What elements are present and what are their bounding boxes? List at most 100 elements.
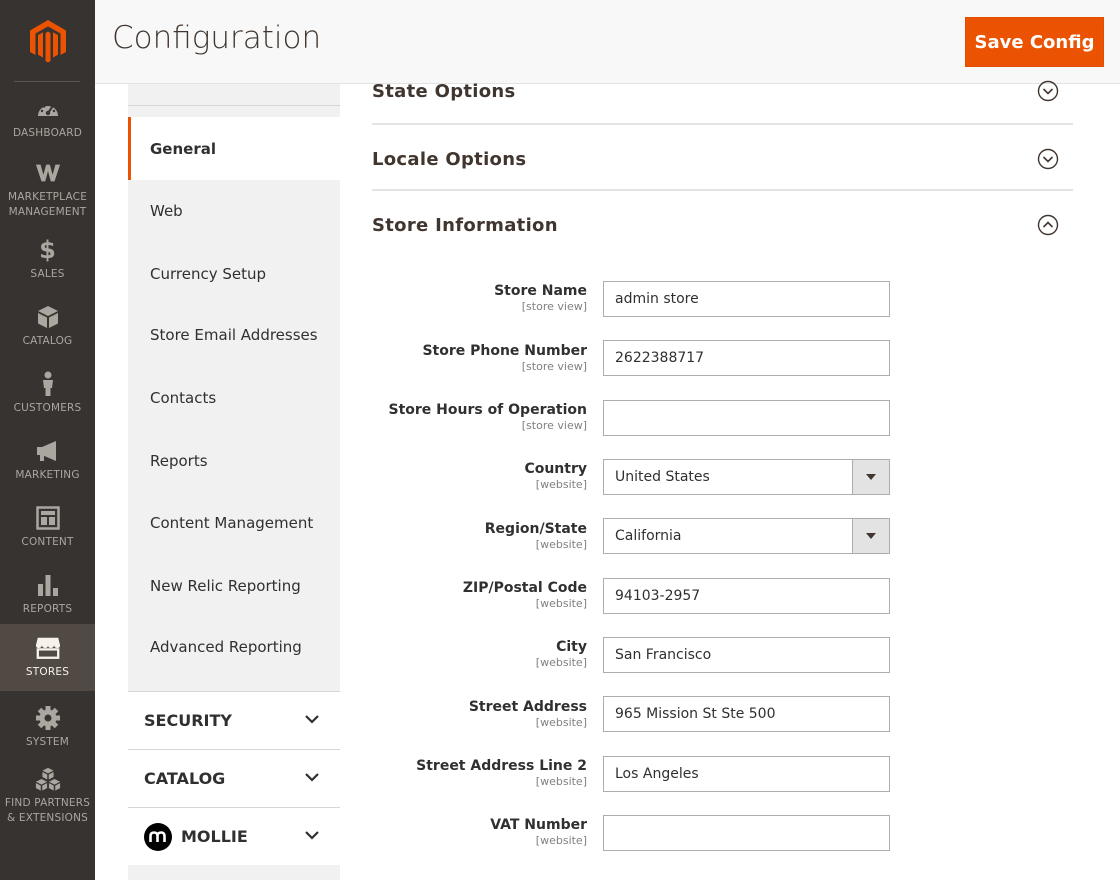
tab-group-catalog[interactable]: CATALOG (128, 749, 340, 807)
chevron-down-icon (305, 715, 319, 724)
logo-divider (14, 81, 80, 82)
box-icon (35, 304, 61, 330)
menu-item-sales[interactable]: $ SALES (0, 226, 95, 293)
menu-item-catalog[interactable]: CATALOG (0, 293, 95, 360)
storefront-icon (35, 635, 61, 661)
menu-item-system[interactable]: SYSTEM (0, 694, 95, 761)
scope-label: [store view] (521, 360, 587, 373)
store-name-label: Store Name (494, 283, 587, 299)
menu-item-stores[interactable]: STORES (0, 624, 95, 691)
region-select[interactable]: California (603, 518, 890, 554)
tab-reports[interactable]: Reports (128, 429, 340, 492)
scope-label: [website] (535, 775, 587, 788)
city-input[interactable] (603, 637, 890, 673)
menu-label: CONTENT (21, 536, 74, 548)
menu-label: SALES (30, 268, 65, 280)
tab-new-relic-reporting[interactable]: New Relic Reporting (128, 554, 340, 617)
cubes-icon (35, 766, 61, 792)
layout-icon (35, 505, 61, 531)
section-store-information[interactable]: Store Information (372, 212, 1073, 238)
menu-label: REPORTS (22, 603, 73, 615)
section-title: State Options (372, 80, 516, 102)
menu-item-content[interactable]: CONTENT (0, 494, 95, 561)
menu-label: CATALOG (22, 335, 73, 347)
street-address-line2-input[interactable] (603, 756, 890, 792)
city-label: City (556, 639, 587, 655)
tab-group-security[interactable]: SECURITY (128, 691, 340, 749)
street-address-input[interactable] (603, 696, 890, 732)
section-state-options[interactable]: State Options (372, 78, 1073, 104)
tab-general[interactable]: General (128, 117, 340, 180)
scope-label: [store view] (521, 419, 587, 432)
menu-label: SYSTEM (25, 736, 70, 748)
zip-label: ZIP/Postal Code (462, 580, 587, 596)
dropdown-arrow-icon[interactable] (852, 519, 889, 553)
store-phone-input[interactable] (603, 340, 890, 376)
dollar-icon: $ (39, 236, 56, 264)
zip-input[interactable] (603, 578, 890, 614)
section-title: Locale Options (372, 148, 527, 170)
scope-label: [website] (535, 538, 587, 551)
tab-group-label: SECURITY (144, 711, 232, 730)
store-name-input[interactable] (603, 281, 890, 317)
street-address-line2-label: Street Address Line 2 (416, 758, 587, 774)
menu-item-reports[interactable]: REPORTS (0, 561, 95, 628)
menu-item-customers[interactable]: CUSTOMERS (0, 360, 95, 427)
tab-group-label: CATALOG (144, 769, 226, 788)
marketplace-icon (35, 160, 61, 186)
vat-number-label: VAT Number (490, 817, 587, 833)
store-hours-input[interactable] (603, 400, 890, 436)
menu-label: MARKETPLACE MANAGEMENT (7, 191, 88, 218)
tab-content-management[interactable]: Content Management (128, 491, 340, 554)
region-label: Region/State (484, 521, 587, 537)
mollie-logo-icon (144, 822, 172, 851)
magento-logo-icon[interactable] (0, 0, 95, 82)
page-header: Configuration Save Config (95, 0, 1120, 84)
menu-label: MARKETING (15, 469, 80, 481)
person-icon (35, 371, 61, 397)
menu-item-dashboard[interactable]: DASHBOARD (0, 85, 95, 152)
country-select[interactable]: United States (603, 459, 890, 495)
general-tab-list: General Web Currency Setup Store Email A… (128, 117, 340, 691)
tab-group-mollie[interactable]: MOLLIE (128, 807, 340, 865)
street-address-label: Street Address (468, 699, 587, 715)
section-locale-options[interactable]: Locale Options (372, 146, 1073, 172)
tab-contacts[interactable]: Contacts (128, 366, 340, 429)
vat-number-input[interactable] (603, 815, 890, 851)
dropdown-arrow-icon[interactable] (852, 460, 889, 494)
page-title: Configuration (112, 20, 322, 56)
collapse-toggle-icon[interactable] (1037, 214, 1059, 236)
gear-icon (35, 705, 61, 731)
tab-currency-setup[interactable]: Currency Setup (128, 242, 340, 305)
menu-item-marketing[interactable]: MARKETING (0, 427, 95, 494)
menu-item-find-partners[interactable]: FIND PARTNERS & EXTENSIONS (0, 758, 95, 834)
chevron-down-icon (305, 773, 319, 782)
tab-advanced-reporting[interactable]: Advanced Reporting (128, 615, 340, 678)
store-phone-label: Store Phone Number (422, 343, 587, 359)
tab-store-email-addresses[interactable]: Store Email Addresses (128, 303, 340, 366)
store-hours-label: Store Hours of Operation (388, 402, 587, 418)
menu-item-marketplace-management[interactable]: MARKETPLACE MANAGEMENT (0, 152, 95, 228)
country-label: Country (524, 461, 587, 477)
select-value: United States (615, 469, 710, 485)
menu-label: STORES (25, 666, 70, 678)
select-value: California (615, 528, 682, 544)
menu-label: FIND PARTNERS & EXTENSIONS (4, 797, 91, 824)
scope-label: [website] (535, 478, 587, 491)
scope-label: [website] (535, 834, 587, 847)
admin-menu: DASHBOARD MARKETPLACE MANAGEMENT $ SALES… (0, 0, 95, 880)
tab-group-label: MOLLIE (181, 827, 248, 846)
scope-label: [store view] (521, 300, 587, 313)
menu-label: CUSTOMERS (13, 402, 82, 414)
section-title: Store Information (372, 214, 558, 236)
save-config-button[interactable]: Save Config (965, 17, 1104, 67)
expand-toggle-icon[interactable] (1037, 148, 1059, 170)
bar-chart-icon (35, 572, 61, 598)
tab-web[interactable]: Web (128, 179, 340, 242)
config-tabs: General Web Currency Setup Store Email A… (128, 84, 340, 880)
section-divider (372, 189, 1073, 191)
expand-toggle-icon[interactable] (1037, 80, 1059, 102)
megaphone-icon (35, 438, 61, 464)
section-divider (372, 123, 1073, 125)
scope-label: [website] (535, 716, 587, 729)
